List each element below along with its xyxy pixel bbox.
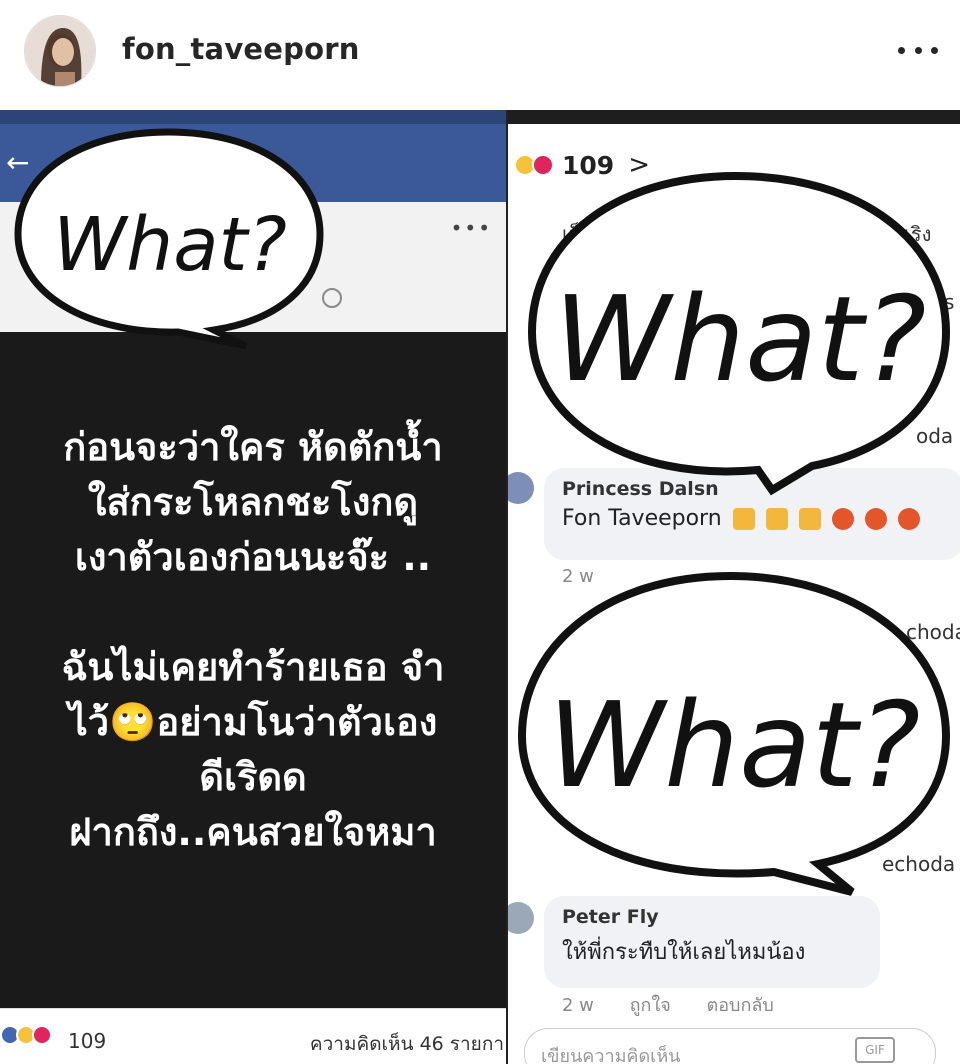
angry-emoji-icon xyxy=(831,508,854,530)
comment-bubble: Peter Fly ให้พี่กระทืบให้เลยไหมน้อง xyxy=(544,896,880,988)
thumbs-down-emoji-icon xyxy=(765,508,788,530)
quote-card: ก่อนจะว่าใคร หัดตักน้ำ ใส่กระโหลกชะโงกดู… xyxy=(0,332,506,1008)
comment-reply-button[interactable]: ตอบกลับ xyxy=(707,995,774,1016)
username[interactable]: fon_taveeporn xyxy=(122,32,360,66)
post-header: fon_taveeporn xyxy=(0,0,960,108)
commenter-name[interactable]: Peter Fly xyxy=(562,906,862,928)
write-comment-placeholder: เขียนความคิดเห็น xyxy=(541,1046,681,1064)
quote-text: ก่อนจะว่าใคร หัดตักน้ำ ใส่กระโหลกชะโงกดู… xyxy=(0,420,506,860)
gif-icon[interactable]: GIF xyxy=(855,1037,895,1063)
comment-mention[interactable]: Fon Taveeporn xyxy=(562,506,722,531)
comment-text: Fon Taveeporn xyxy=(562,506,946,531)
bubble-text: What? xyxy=(548,676,921,814)
comment-count[interactable]: ความคิดเห็น 46 รายกา xyxy=(310,1029,504,1059)
bubble-text: What? xyxy=(554,270,927,408)
comment-text: ให้พี่กระทืบให้เลยไหมน้อง xyxy=(562,940,806,965)
comment-meta: 2 w ถูกใจ ตอบกลับ xyxy=(562,990,804,1019)
write-comment-input[interactable]: เขียนความคิดเห็น GIF xyxy=(524,1028,936,1064)
comment-time: 2 w xyxy=(562,995,594,1016)
angry-emoji-icon xyxy=(897,508,920,530)
profile-avatar[interactable] xyxy=(24,15,96,87)
quote-line: ก่อนจะว่าใคร หัดตักน้ำ xyxy=(63,425,443,469)
what-speech-bubble: What? xyxy=(517,571,951,896)
thumbs-down-emoji-icon xyxy=(798,508,821,530)
reaction-bar: 109 ความคิดเห็น 46 รายกา xyxy=(0,1008,506,1064)
angry-emoji-icon xyxy=(864,508,887,530)
reaction-count[interactable]: 109 xyxy=(68,1029,106,1053)
quote-line: ฉันไม่เคยทำร้ายเธอ จำ xyxy=(61,645,445,689)
what-speech-bubble: What? xyxy=(527,171,951,496)
more-horizontal-icon[interactable] xyxy=(898,40,938,60)
post-more-dots: ••• xyxy=(450,216,492,240)
quote-line: ไว้🙄อย่ามโนว่าตัวเอง xyxy=(68,700,438,744)
post-image: ← ••• ก่อนจะว่าใคร หัดตักน้ำ ใส่กระโหลกช… xyxy=(0,110,960,1064)
status-strip xyxy=(508,110,960,124)
quote-line: เงาตัวเองก่อนนะจ๊ะ .. xyxy=(74,535,432,579)
quote-line: ฝากถึง..คนสวยใจหมา xyxy=(69,810,437,854)
thumbs-down-emoji-icon xyxy=(732,508,755,530)
comment-like-button[interactable]: ถูกใจ xyxy=(630,995,671,1016)
bubble-text: What? xyxy=(53,202,287,288)
what-speech-bubble: What? xyxy=(14,128,324,350)
reaction-icons xyxy=(0,1025,52,1045)
love-reaction-icon xyxy=(32,1025,52,1045)
commenter-avatar[interactable] xyxy=(508,902,534,934)
quote-line: ใส่กระโหลกชะโงกดู xyxy=(87,480,419,524)
quote-line: ดีเริดด xyxy=(199,755,307,799)
